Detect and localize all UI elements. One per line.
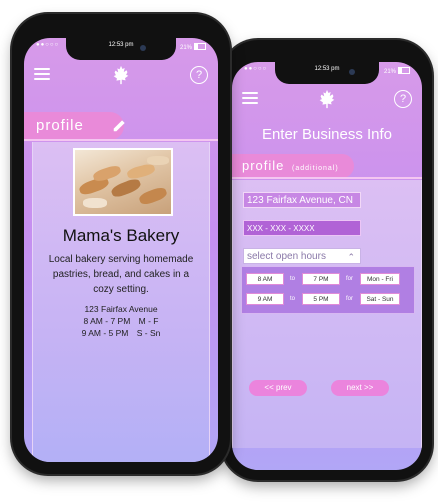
- hamburger-icon[interactable]: [34, 68, 50, 80]
- hours-row: 9 AM to 5 PM for Sat - Sun: [246, 293, 410, 307]
- to-label: to: [290, 296, 296, 302]
- hours-days: M - F: [138, 316, 159, 326]
- tab-sublabel: (additional): [292, 165, 339, 172]
- battery-percent: 21%: [383, 69, 396, 75]
- business-description: Local bakery serving homemade pastries, …: [48, 254, 194, 295]
- phone-field[interactable]: XXX - XXX - XXXX: [243, 220, 361, 236]
- top-nav: ?: [24, 60, 218, 92]
- maple-leaf-icon: [319, 89, 335, 109]
- open-hours-placeholder: select open hours: [247, 251, 326, 262]
- battery-icon: [398, 67, 410, 74]
- status-bar: ●●○○○ 12:53 pm 21%: [232, 66, 422, 76]
- battery-indicator: 21%: [384, 66, 410, 76]
- hours-days: S - Sn: [136, 328, 161, 338]
- top-nav: ?: [232, 84, 422, 116]
- prev-button[interactable]: << prev: [249, 380, 307, 396]
- days-input[interactable]: Sat - Sun: [360, 293, 400, 305]
- bakery-photo: [73, 148, 173, 216]
- tab-label: profile: [242, 158, 285, 173]
- tab-divider: [24, 139, 218, 141]
- page-title: Enter Business Info: [261, 126, 393, 143]
- tab-profile-additional[interactable]: profile (additional): [232, 154, 354, 178]
- hours-line: 8 AM - 7 PM M - F: [33, 316, 209, 326]
- days-input[interactable]: Mon - Fri: [360, 273, 400, 285]
- tab-profile[interactable]: profile: [24, 112, 124, 140]
- help-icon[interactable]: ?: [190, 66, 208, 84]
- hamburger-icon[interactable]: [242, 92, 258, 104]
- status-time: 12:53 pm: [314, 66, 340, 72]
- profile-screen: ●●○○○ 12:53 pm 21% ? profile Mama's Bake…: [24, 38, 218, 462]
- status-bar: ●●○○○ 12:53 pm 21%: [24, 42, 218, 52]
- hours-editor: 8 AM to 7 PM for Mon - Fri 9 AM to 5 PM …: [241, 266, 415, 314]
- tab-label: profile: [36, 117, 84, 134]
- open-time-input[interactable]: 8 AM: [246, 273, 284, 285]
- hours-time: 8 AM - 7 PM: [83, 316, 131, 326]
- hours-line: 9 AM - 5 PM S - Sn: [33, 328, 209, 338]
- battery-percent: 21%: [179, 45, 192, 51]
- hours-time: 9 AM - 5 PM: [81, 328, 129, 338]
- business-address: 123 Fairfax Avenue: [84, 304, 158, 314]
- pencil-icon[interactable]: [112, 119, 126, 133]
- business-name: Mama's Bakery: [62, 226, 180, 245]
- close-time-input[interactable]: 7 PM: [302, 273, 340, 285]
- tab-divider: [232, 177, 422, 179]
- address-field[interactable]: 123 Fairfax Avenue, CN: [243, 192, 361, 208]
- battery-indicator: 21%: [180, 42, 206, 52]
- help-icon[interactable]: ?: [394, 90, 412, 108]
- chevron-up-icon: ⌃: [347, 252, 355, 262]
- phone-frame-business-info: ●●○○○ 12:53 pm 21% ? Enter Business Info…: [222, 40, 432, 480]
- hours-row: 8 AM to 7 PM for Mon - Fri: [246, 273, 410, 287]
- for-label: for: [346, 296, 354, 302]
- signal-indicator: ●●○○○: [36, 42, 60, 48]
- next-button[interactable]: next >>: [331, 380, 389, 396]
- business-info-screen: ●●○○○ 12:53 pm 21% ? Enter Business Info…: [232, 62, 422, 470]
- profile-panel: Mama's Bakery Local bakery serving homem…: [32, 142, 210, 462]
- status-time: 12:53 pm: [108, 42, 134, 48]
- open-time-input[interactable]: 9 AM: [246, 293, 284, 305]
- to-label: to: [290, 276, 296, 282]
- close-time-input[interactable]: 5 PM: [302, 293, 340, 305]
- for-label: for: [346, 276, 354, 282]
- phone-frame-profile: ●●○○○ 12:53 pm 21% ? profile Mama's Bake…: [12, 14, 230, 474]
- maple-leaf-icon: [113, 65, 129, 85]
- battery-icon: [194, 43, 206, 50]
- business-form: 123 Fairfax Avenue, CN XXX - XXX - XXXX …: [232, 180, 422, 448]
- signal-indicator: ●●○○○: [244, 66, 268, 72]
- open-hours-select[interactable]: select open hours ⌃: [243, 248, 361, 264]
